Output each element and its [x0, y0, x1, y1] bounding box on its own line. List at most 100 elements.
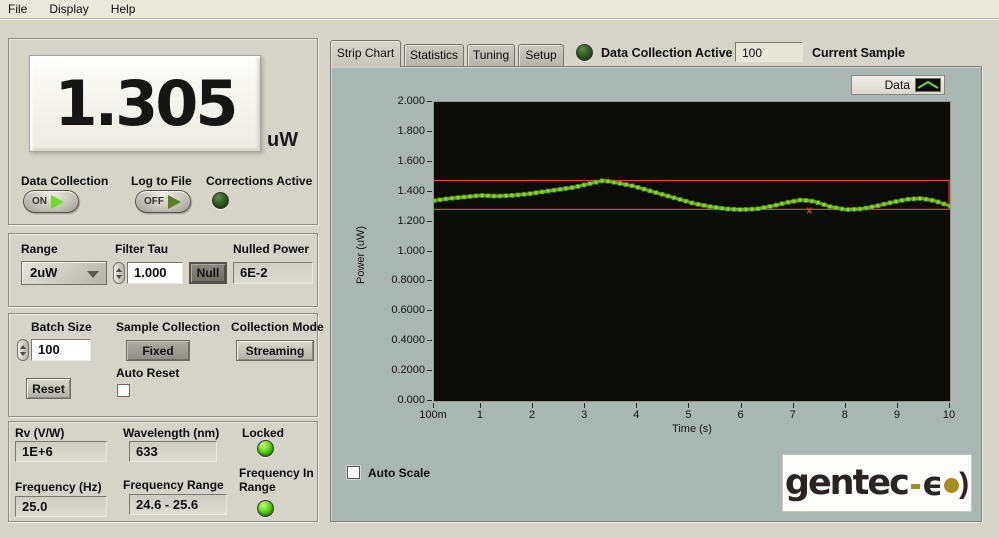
range-dropdown-value: 2uW [30, 265, 57, 280]
data-point-marker [434, 199, 436, 203]
data-point-marker [870, 205, 874, 209]
x-tick-label: 1 [458, 409, 502, 421]
data-point-marker [732, 207, 736, 211]
collection-mode-label: Collection Mode [231, 320, 324, 334]
data-point-marker [774, 203, 778, 207]
tab-setup[interactable]: Setup [518, 44, 564, 67]
data-point-marker [492, 194, 496, 198]
corrections-active-label: Corrections Active [206, 174, 312, 188]
strip-chart-page: Data Power (uW) Time (s) 2.0001.8001.600… [330, 66, 982, 522]
data-point-marker [720, 206, 724, 210]
auto-reset-checkbox[interactable] [117, 384, 130, 397]
data-point-marker [912, 197, 916, 201]
data-point-marker [738, 208, 742, 212]
data-point-marker [942, 202, 946, 206]
data-point-marker [690, 201, 694, 205]
strip-chart-plot[interactable]: x [433, 101, 951, 402]
tab-tuning[interactable]: Tuning [467, 44, 515, 67]
data-point-marker [678, 197, 682, 201]
chart-legend[interactable]: Data [851, 75, 945, 95]
x-tick-label: 3 [562, 409, 606, 421]
range-label: Range [21, 242, 58, 256]
batch-size-stepper[interactable] [17, 339, 29, 361]
y-tick-label: 1.400 [369, 185, 425, 197]
x-tick-mark [433, 403, 434, 408]
data-point-marker [648, 189, 652, 193]
batch-size-input[interactable]: 100 [31, 339, 91, 361]
data-point-marker [534, 191, 538, 195]
data-point-marker [546, 189, 550, 193]
data-point-marker [480, 193, 484, 197]
x-tick-mark [532, 403, 533, 408]
range-panel: Range 2uW Filter Tau 1.000 Null Nulled P… [8, 233, 318, 307]
data-point-marker [450, 196, 454, 200]
log-to-file-toggle[interactable]: OFF [135, 190, 191, 213]
data-point-marker [708, 205, 712, 209]
x-tick-label: 2 [510, 409, 554, 421]
data-point-marker [696, 202, 700, 206]
wavelength-label: Wavelength (nm) [123, 426, 219, 440]
data-point-marker [666, 194, 670, 198]
gentec-eo-logo: gentec ϵ ) [782, 454, 972, 512]
data-point-marker [756, 207, 760, 211]
data-point-marker [522, 192, 526, 196]
menu-help[interactable]: Help [111, 2, 136, 16]
sample-collection-button[interactable]: Fixed [126, 340, 190, 361]
menu-display[interactable]: Display [49, 2, 88, 16]
filter-tau-input[interactable]: 1.000 [127, 262, 183, 284]
rv-label: Rv (V/W) [15, 426, 64, 440]
data-point-marker [606, 179, 610, 183]
data-point-marker [768, 204, 772, 208]
auto-scale-checkbox[interactable] [347, 466, 360, 479]
data-point-marker [948, 204, 950, 208]
y-tick-mark [427, 191, 432, 192]
current-sample-label: Current Sample [812, 46, 905, 60]
data-collection-active-label: Data Collection Active [601, 46, 733, 60]
data-point-marker [828, 205, 832, 209]
log-to-file-label: Log to File [131, 174, 192, 188]
filter-tau-stepper[interactable] [113, 262, 125, 284]
x-tick-mark [949, 403, 950, 408]
x-tick-mark [845, 403, 846, 408]
data-collection-active-led [576, 44, 593, 61]
tab-statistics[interactable]: Statistics [404, 44, 464, 67]
x-tick-mark [741, 403, 742, 408]
reset-button[interactable]: Reset [26, 378, 71, 399]
data-point-marker [612, 180, 616, 184]
frequency-field: 25.0 [15, 496, 107, 517]
data-point-marker [882, 202, 886, 206]
log-to-file-toggle-state: OFF [144, 196, 164, 207]
filter-tau-label: Filter Tau [115, 242, 168, 256]
logo-gold-dot-icon [944, 478, 959, 493]
data-point-marker [750, 207, 754, 211]
x-tick-label: 7 [771, 409, 815, 421]
data-point-marker [798, 198, 802, 202]
data-point-marker [876, 204, 880, 208]
range-dropdown[interactable]: 2uW [21, 261, 107, 285]
y-tick-mark [427, 280, 432, 281]
batch-panel: Batch Size 100 Sample Collection Fixed C… [8, 313, 318, 417]
x-tick-label: 9 [875, 409, 919, 421]
y-tick-mark [427, 131, 432, 132]
data-point-marker [552, 188, 556, 192]
x-tick-label: 4 [614, 409, 658, 421]
null-button[interactable]: Null [189, 262, 227, 284]
data-point-marker [438, 198, 442, 202]
data-point-marker [792, 199, 796, 203]
collection-mode-button[interactable]: Streaming [236, 340, 314, 361]
nulled-power-label: Nulled Power [233, 242, 309, 256]
chart-cursor-marker[interactable]: x [806, 204, 813, 216]
y-tick-mark [427, 101, 432, 102]
power-readout-unit: uW [267, 129, 298, 152]
logo-epsilon-glyph: ϵ [922, 464, 943, 503]
chevron-down-icon [87, 271, 99, 278]
tab-strip-chart[interactable]: Strip Chart [330, 40, 401, 67]
data-point-marker [906, 197, 910, 201]
data-collection-label: Data Collection [21, 174, 108, 188]
app-window: { "menu": { "items": ["File", "Display",… [0, 0, 999, 538]
data-point-marker [594, 180, 598, 184]
logo-wordmark: gentec [785, 463, 908, 503]
menu-bar: File Display Help [0, 0, 999, 19]
menu-file[interactable]: File [8, 2, 27, 16]
data-collection-toggle[interactable]: ON [23, 190, 79, 213]
